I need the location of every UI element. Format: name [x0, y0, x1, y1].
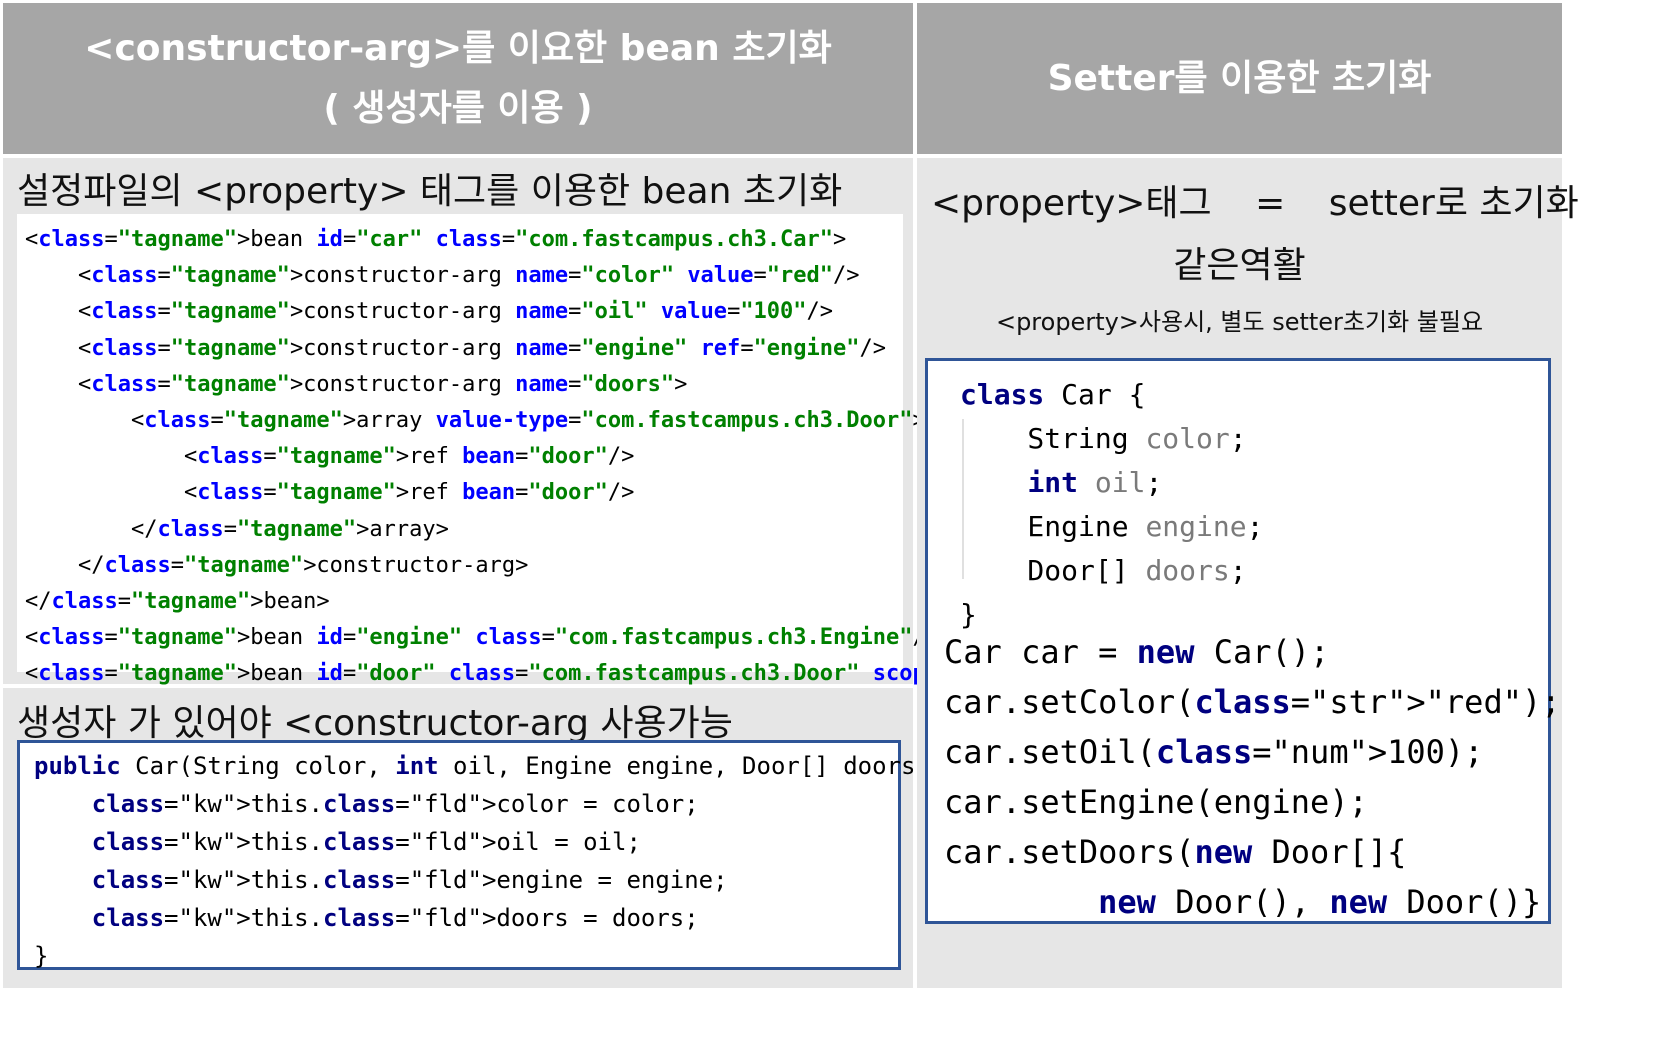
class-code-line: int oil; [1027, 466, 1163, 499]
constructor-code-line: } [34, 942, 49, 970]
setter-code-box: class Car { String color; int oil; Engin… [925, 358, 1561, 924]
class-indent-guide [962, 419, 964, 579]
setter-code-line: new Door(), new Door()} [1098, 883, 1542, 921]
constructor-code-line: public Car(String color, int oil, Engine… [34, 752, 930, 780]
xml-code-box: <class="tagname">bean id="car" class="co… [17, 214, 1124, 686]
class-code-line: String color; [960, 422, 1247, 455]
right-line2: 같은역활 [1173, 245, 1306, 286]
right-line1-right: setter로 초기화 [1328, 183, 1579, 224]
constructor-code-line: class="kw">this.class="fld">doors = door… [91, 904, 699, 932]
constructor-code-box: public Car(String color, int oil, Engine… [17, 740, 930, 970]
left-top-title: 설정파일의 <property> 태그를 이용한 bean 초기화 [17, 171, 843, 212]
right-line1-left: <property>태그 [931, 183, 1212, 224]
header-left-line1: <constructor-arg>를 이요한 bean 초기화 [84, 27, 832, 69]
header-right: Setter를 이용한 초기화 [917, 3, 1562, 154]
right-line1: <property>태그 = setter로 초기화 [931, 174, 1579, 226]
header-right-title: Setter를 이용한 초기화 [1047, 57, 1432, 99]
constructor-code: public Car(String color, int oil, Engine… [34, 747, 930, 975]
class-code-line: Engine engine; [960, 510, 1264, 543]
setter-code: Car car = new Car(); car.setColor(class="… [944, 627, 1561, 927]
setter-code-line: car.setDoors(new Door[]{ [944, 833, 1407, 871]
class-code-line: class Car { [960, 378, 1146, 411]
class-code: class Car { String color; int oil; Engin… [960, 373, 1263, 637]
constructor-code-line: class="kw">this.class="fld">engine = eng… [91, 866, 728, 894]
constructor-code-line: class="kw">this.class="fld">oil = oil; [91, 828, 641, 856]
setter-code-line: car.setEngine(engine); [944, 783, 1368, 821]
header-left: <constructor-arg>를 이요한 bean 초기화 ( 생성자를 이… [3, 3, 913, 154]
left-bottom-panel: 생성자 가 있어야 <constructor-arg 사용가능 public C… [3, 688, 930, 988]
setter-code-line: Car car = new Car(); [944, 633, 1330, 671]
class-code-line: Door[] doors; [960, 554, 1247, 587]
setter-code-line: car.setColor(class="str">"red"); [944, 683, 1561, 721]
right-note: <property>사용시, 별도 setter초기화 불필요 [995, 308, 1484, 336]
left-bottom-title: 생성자 가 있어야 <constructor-arg 사용가능 [17, 703, 733, 744]
setter-code-line: car.setOil(class="num">100); [944, 733, 1484, 771]
header-left-line2: ( 생성자를 이용 ) [323, 87, 593, 129]
right-panel: <property>태그 = setter로 초기화 같은역활 <propert… [917, 158, 1579, 988]
constructor-code-line: class="kw">this.class="fld">color = colo… [91, 790, 699, 818]
right-line1-eq: = [1255, 183, 1286, 224]
left-top-panel: 설정파일의 <property> 태그를 이용한 bean 초기화 <class… [3, 158, 1124, 686]
